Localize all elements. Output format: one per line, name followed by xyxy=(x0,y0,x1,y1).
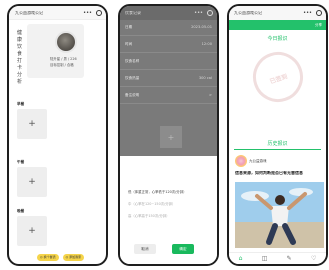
post-title[interactable]: 信息来源，如何判断是否已有无害信息 xyxy=(235,171,325,176)
bottom-tab-bar: ⌂ ◫ ✎ ♡ xyxy=(229,252,326,264)
author-name: 九公益游戏 xyxy=(249,159,267,163)
add-family-button[interactable]: ◎ 添加我家 xyxy=(62,254,85,261)
row-label: 日期 xyxy=(125,25,133,29)
row-label: 饮食名称 xyxy=(125,59,140,63)
picker-option-low[interactable]: 低（体重正常，心率低于120次/分钟） xyxy=(128,190,214,194)
stamp-text: 已签到 xyxy=(269,73,289,86)
app-title: 饮食记录 xyxy=(125,11,141,15)
records-tab-icon[interactable]: ◫ xyxy=(262,255,268,262)
phone-daily-report: 九公益游戏公记 ••• 分享 今日报识 已签到 历史报识 九公益游戏 信息来源，… xyxy=(227,4,328,266)
confirm-button[interactable]: 确定 xyxy=(172,244,194,254)
add-lunch-button[interactable]: + xyxy=(17,167,47,197)
avatar[interactable] xyxy=(55,31,77,53)
more-menu-icon[interactable]: ••• xyxy=(194,10,203,16)
vertical-title: 健康饮食打卡分析 xyxy=(17,30,23,85)
action-buttons: ◎ 换个餐谱 ◎ 添加我家 xyxy=(37,254,85,261)
screenshot-stage: 九公益游戏公记 ••• 健康饮食打卡分析 陆升星 / 男 / 226 目标控制 … xyxy=(0,0,329,270)
divider xyxy=(234,149,321,150)
post-photo[interactable] xyxy=(235,182,324,248)
form-row-notes[interactable]: 备注说明 > xyxy=(120,88,217,104)
cancel-button[interactable]: 取消 xyxy=(134,244,156,254)
row-value: 12:00 xyxy=(201,42,212,46)
add-breakfast-button[interactable]: + xyxy=(17,109,47,139)
profile-card[interactable]: 陆升星 / 男 / 226 目标控制 / 合格 xyxy=(27,24,84,78)
profile-status: 目标控制 / 合格 xyxy=(50,63,74,67)
more-menu-icon[interactable]: ••• xyxy=(83,10,92,16)
chevron-right-icon: > xyxy=(208,93,212,97)
row-label: 时间 xyxy=(125,42,133,46)
phone-diet-profile: 九公益游戏公记 ••• 健康饮食打卡分析 陆升星 / 男 / 226 目标控制 … xyxy=(7,4,108,266)
section-label-dinner: 晚餐 xyxy=(17,209,25,213)
home-tab-icon[interactable]: ⌂ xyxy=(239,255,243,262)
picker-option-high[interactable]: 高（心率高于150次/分钟） xyxy=(128,214,214,218)
app-title: 九公益游戏公记 xyxy=(234,11,262,15)
row-label: 备注说明 xyxy=(125,93,140,97)
close-capsule-icon[interactable] xyxy=(316,10,322,16)
title-bar: 九公益游戏公记 ••• xyxy=(229,6,326,20)
history-report-title: 历史报识 xyxy=(267,141,288,147)
title-bar: 九公益游戏公记 ••• xyxy=(9,6,106,20)
close-capsule-icon[interactable] xyxy=(96,10,102,16)
author-avatar[interactable] xyxy=(235,155,247,167)
form-row-calories[interactable]: 饮食热量 300 cal xyxy=(120,71,217,87)
intensity-picker-sheet: 低（体重正常，心率低于120次/分钟） 中（心率在120~150次/分钟） 高（… xyxy=(120,156,217,264)
write-tab-icon[interactable]: ✎ xyxy=(287,255,292,262)
add-photo-button[interactable]: + xyxy=(160,126,182,148)
runner-photo-illustration xyxy=(235,182,324,248)
title-bar: 饮食记录 ••• xyxy=(120,6,217,20)
form-row-name[interactable]: 饮食名称 xyxy=(120,54,217,70)
close-capsule-icon[interactable] xyxy=(207,10,213,16)
change-menu-button[interactable]: ◎ 换个餐谱 xyxy=(37,254,59,261)
row-value: 300 cal xyxy=(198,76,212,80)
profile-name: 陆升星 / 男 / 226 xyxy=(50,57,77,61)
app-title: 九公益游戏公记 xyxy=(15,11,43,15)
section-label-breakfast: 早餐 xyxy=(17,102,25,106)
today-report-title: 今日报识 xyxy=(267,36,288,42)
row-label: 饮食热量 xyxy=(125,76,140,80)
green-header: 分享 xyxy=(229,20,326,30)
form-row-time[interactable]: 时间 12:00 xyxy=(120,37,217,53)
phone-record-form: 饮食记录 ••• 日期 2023-05-01 时间 12:00 饮食名称 饮食热… xyxy=(118,4,219,266)
share-button[interactable]: 分享 xyxy=(315,23,322,28)
checked-in-stamp: 已签到 xyxy=(246,45,310,109)
profile-tab-icon[interactable]: ♡ xyxy=(311,255,316,262)
picker-option-medium[interactable]: 中（心率在120~150次/分钟） xyxy=(128,202,214,206)
more-menu-icon[interactable]: ••• xyxy=(303,10,312,16)
form-row-date[interactable]: 日期 2023-05-01 xyxy=(120,20,217,36)
add-dinner-button[interactable]: + xyxy=(17,216,47,246)
dimmed-form: 饮食记录 ••• 日期 2023-05-01 时间 12:00 饮食名称 饮食热… xyxy=(120,6,217,156)
row-value: 2023-05-01 xyxy=(191,25,212,29)
section-label-lunch: 午餐 xyxy=(17,160,25,164)
